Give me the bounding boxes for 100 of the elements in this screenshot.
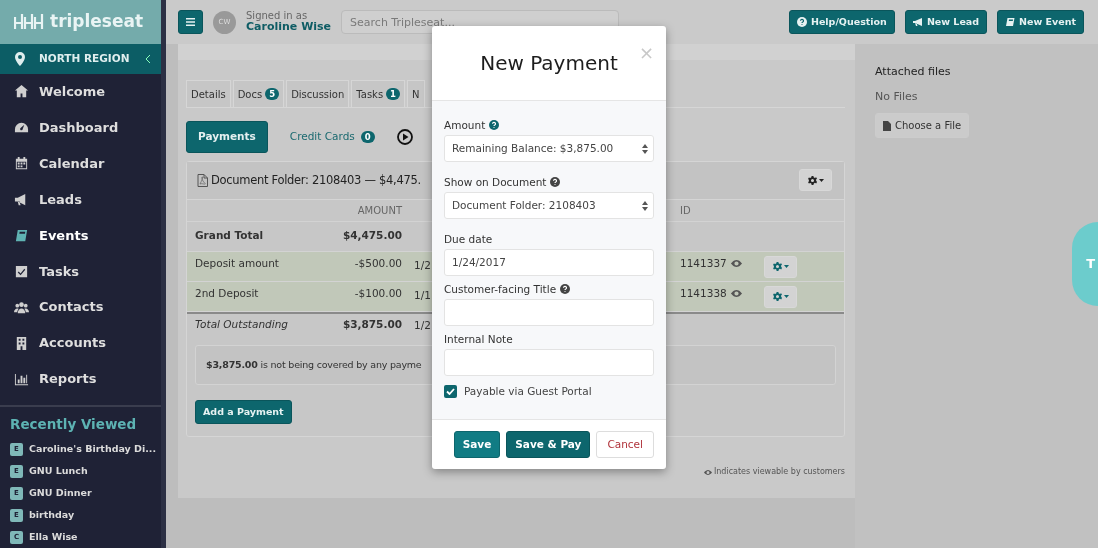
tab[interactable]: Tasks 1 xyxy=(351,80,406,107)
sidebar-item[interactable]: Dashboard xyxy=(0,109,161,146)
table-cell-text: 1141338 xyxy=(680,285,727,301)
checkbox-icon xyxy=(14,263,29,279)
subtab[interactable]: Credit Cards 0 xyxy=(277,121,387,153)
table-cell-text: 2nd Deposit xyxy=(195,285,260,301)
add-payment-button[interactable]: Add a Payment xyxy=(195,400,292,425)
help-icon xyxy=(796,17,807,27)
header-button[interactable]: New Lead xyxy=(904,9,988,35)
header-button[interactable]: New Event xyxy=(997,9,1084,35)
settings-dropdown[interactable] xyxy=(799,169,832,192)
section-heading: Attached files xyxy=(875,64,952,80)
file-icon xyxy=(883,120,891,131)
eye-icon xyxy=(730,260,742,268)
chevron-left-icon xyxy=(146,54,151,63)
field-label: Customer-facing Title xyxy=(444,282,557,296)
bar-chart-icon xyxy=(14,371,29,387)
sidebar-item[interactable]: Calendar xyxy=(0,145,161,182)
map-pin-icon xyxy=(15,51,25,66)
header-button[interactable]: Help/Question xyxy=(788,9,895,35)
field-label: Due date xyxy=(444,232,493,246)
input-field[interactable]: 1/24/2017 xyxy=(444,249,654,276)
empty-text: No Files xyxy=(875,88,919,105)
count-badge: 0 xyxy=(360,130,375,143)
signed-in-label: Signed in as xyxy=(246,10,308,22)
megaphone-icon xyxy=(912,17,923,27)
logo-text: tripleseat xyxy=(50,10,144,34)
tab[interactable]: Discussion xyxy=(286,80,350,107)
table-cell: 1/2 xyxy=(414,258,431,271)
tab[interactable]: Docs 5 xyxy=(232,80,285,107)
dialog-title: New Payment xyxy=(480,50,618,77)
table-cell-text: 1141337 xyxy=(680,255,727,271)
checkbox-label: Payable via Guest Portal xyxy=(464,384,592,399)
table-cell-text: $4,475.00 xyxy=(341,228,402,244)
table-cell-text: $3,875.00 xyxy=(341,317,402,333)
table-cell: 1/2 xyxy=(414,319,431,332)
caret-icon xyxy=(783,265,789,269)
menu-icon xyxy=(186,18,195,26)
section-heading: Recently Viewed xyxy=(9,414,138,434)
tab[interactable]: Details xyxy=(186,80,231,107)
table-cell: 1/1 xyxy=(414,288,431,301)
recent-item-label: GNU Dinner xyxy=(29,485,92,500)
sidebar-item[interactable]: Welcome xyxy=(0,73,161,110)
cancel-button[interactable]: Cancel xyxy=(596,430,654,459)
input-field[interactable] xyxy=(444,299,654,326)
table-cell-text: -$500.00 xyxy=(353,255,402,271)
table-cell-text: Deposit amount xyxy=(195,255,280,271)
checkbox[interactable] xyxy=(444,385,457,399)
sort-arrows-icon xyxy=(642,143,648,154)
eye-icon xyxy=(703,469,712,475)
calendar-icon xyxy=(14,156,29,172)
sidebar-item[interactable]: Leads xyxy=(0,181,161,218)
caret-icon xyxy=(818,178,824,182)
card-title: Document Folder: 2108403 — $4,475. xyxy=(211,171,421,189)
subtab[interactable]: Payments xyxy=(186,121,268,153)
recent-item-label: GNU Lunch xyxy=(29,464,88,478)
book-icon xyxy=(1005,17,1016,27)
count-badge: 5 xyxy=(265,87,280,101)
sidebar-item[interactable]: Reports xyxy=(0,361,161,397)
field-label: Amount xyxy=(444,118,486,132)
menu-button[interactable] xyxy=(178,10,203,34)
column-header: AMOUNT xyxy=(356,203,402,218)
recent-item-label: birthday xyxy=(29,507,75,522)
count-badge: 1 xyxy=(386,87,401,101)
gear-icon xyxy=(807,175,817,185)
save-and-pay-button[interactable]: Save & Pay xyxy=(506,430,591,459)
choose-file-button[interactable]: Choose a File xyxy=(875,113,970,138)
table-cell-text: -$100.00 xyxy=(353,285,402,301)
logo-icon xyxy=(14,13,44,31)
sidebar-item[interactable]: Tasks xyxy=(0,253,161,290)
save-button[interactable]: Save xyxy=(453,430,501,459)
recent-item-label: Ella Wise xyxy=(29,529,78,544)
column-header: ID xyxy=(680,203,692,218)
help-icon xyxy=(489,120,500,130)
table-cell-text: Grand Total xyxy=(195,228,265,244)
user-name[interactable]: Caroline Wise xyxy=(246,21,332,34)
field-label: Show on Document xyxy=(444,175,547,189)
caret-icon xyxy=(783,295,789,299)
recent-item-label: Caroline's Birthday Di... xyxy=(29,442,157,457)
sidebar-item[interactable]: Events xyxy=(0,217,161,254)
table-cell-text: Total Outstanding xyxy=(195,317,289,333)
footnote: Indicates viewable by customers xyxy=(713,466,845,478)
sort-arrows-icon xyxy=(642,200,648,211)
home-icon xyxy=(14,84,29,100)
tab[interactable]: N xyxy=(407,80,425,107)
field-label: Internal Note xyxy=(444,332,513,346)
people-icon xyxy=(14,299,29,315)
pdf-file-icon xyxy=(197,173,208,187)
sidebar-item[interactable]: Contacts xyxy=(0,289,161,326)
check-icon xyxy=(446,388,455,396)
select-field[interactable]: Remaining Balance: $3,875.00 xyxy=(444,135,654,162)
select-field[interactable]: Document Folder: 2108403 xyxy=(444,192,654,219)
help-icon xyxy=(560,284,571,294)
sidebar-item[interactable]: Accounts xyxy=(0,325,161,362)
play-icon xyxy=(396,128,413,145)
input-field[interactable] xyxy=(444,349,654,376)
building-icon xyxy=(14,335,29,351)
region-selector[interactable]: NORTH REGION xyxy=(0,43,161,74)
eye-icon xyxy=(730,290,742,298)
help-icon xyxy=(550,177,561,187)
